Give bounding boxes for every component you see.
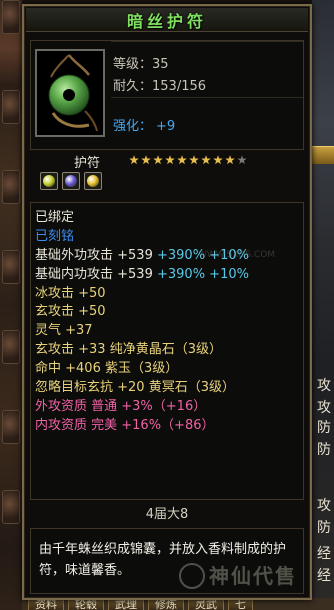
attribute-line: 已绑定 — [35, 209, 303, 228]
star-rating: ★ ★ ★ ★ ★ ★ ★ ★ ★ ★ — [128, 153, 248, 167]
attribute-line: 基础外功攻击 +539 +390% +10% — [35, 247, 303, 266]
skill-slot[interactable] — [2, 170, 20, 204]
gem-icon — [43, 175, 55, 187]
attribute-line: 已刻铭 — [35, 228, 303, 247]
attribute-text: 已刻铭 — [35, 228, 75, 244]
durability-value: 153/156 — [152, 79, 207, 94]
attribute-text: 忽略目标玄抗 +20 黄冥石（3级） — [35, 380, 235, 396]
panel-tab[interactable] — [312, 146, 334, 164]
attribute-text: 玄攻击 +33 纯净黄晶石（3级） — [35, 342, 222, 358]
item-icon-frame — [35, 49, 105, 137]
attribute-text: 内攻资质 完美 +16%（+86） — [35, 417, 215, 433]
star-icon: ★ — [224, 153, 236, 167]
star-icon: ★ — [200, 153, 212, 167]
side-panel-char: 经 — [317, 568, 331, 584]
level-value: 35 — [152, 57, 169, 72]
skill-slot[interactable] — [2, 330, 20, 364]
attribute-text: 外攻资质 普通 +3%（+16） — [35, 398, 207, 414]
attribute-text: +390% +10% — [156, 266, 249, 282]
watermark-logo-icon — [179, 563, 205, 589]
gem-icon — [87, 175, 99, 187]
star-icon: ★ — [152, 153, 164, 167]
star-icon: ★ — [236, 153, 248, 167]
star-icon: ★ — [188, 153, 200, 167]
star-icon: ★ — [212, 153, 224, 167]
side-panel-char: 经 — [317, 546, 331, 562]
attribute-line: 外攻资质 普通 +3%（+16） — [35, 398, 303, 417]
item-enhance: 强化： +9 — [113, 115, 175, 134]
attribute-text: 命中 +406 紫玉（3级） — [35, 361, 179, 377]
watermark: 神仙代售 — [179, 563, 297, 589]
attribute-line: 内攻资质 完美 +16%（+86） — [35, 417, 303, 436]
enhance-value: +9 — [156, 119, 176, 134]
attribute-line: 玄攻击 +33 纯净黄晶石（3级） — [35, 341, 303, 360]
game-scene-left-strip — [0, 0, 22, 610]
side-panel-char: 攻 — [317, 498, 331, 514]
enhance-label: 强化： — [113, 119, 153, 134]
item-slot-area: 护符 ★ ★ ★ ★ ★ ★ ★ ★ ★ ★ — [30, 152, 304, 200]
attribute-text: +390% +10% — [156, 247, 249, 263]
attribute-list: 已绑定 已刻铭 基础外功攻击 +539 +390% +10% 基础内功攻击 +539 … — [30, 202, 304, 500]
skill-slot[interactable] — [2, 490, 20, 524]
item-level: 等级：35 — [113, 53, 169, 72]
watermark-text: 神仙代售 — [209, 563, 297, 588]
attribute-text: 基础外功攻击 +539 — [35, 247, 157, 263]
game-scene-right-strip: 攻攻防防攻防经经 — [312, 0, 334, 610]
side-panel-char: 防 — [317, 520, 331, 536]
attribute-text: 玄攻击 +50 — [35, 304, 106, 320]
skill-slot[interactable] — [2, 250, 20, 284]
star-icon: ★ — [176, 153, 188, 167]
star-icon: ★ — [164, 153, 176, 167]
side-panel-char: 防 — [317, 420, 331, 436]
set-label: 4届大8 — [145, 507, 189, 522]
attribute-text: 基础内功攻击 +539 — [35, 266, 157, 282]
attribute-line: 忽略目标玄抗 +20 黄冥石（3级） — [35, 379, 303, 398]
level-label: 等级： — [113, 57, 153, 72]
item-type: 护符 — [74, 156, 101, 171]
star-icon: ★ — [140, 153, 152, 167]
side-panel-char: 防 — [317, 442, 331, 458]
skill-slot[interactable] — [2, 90, 20, 124]
attribute-line: 玄攻击 +50 — [35, 303, 303, 322]
attribute-text: 冰攻击 +50 — [35, 285, 106, 301]
attribute-line: 冰攻击 +50 — [35, 285, 303, 304]
durability-label: 耐久： — [113, 79, 153, 94]
item-name: 暗丝护符 — [126, 11, 207, 31]
gem-socket — [40, 172, 58, 190]
attribute-line: 命中 +406 紫玉（3级） — [35, 360, 303, 379]
gem-socket — [84, 172, 102, 190]
attribute-line: 灵气 +37 — [35, 322, 303, 341]
attribute-line: 基础内功攻击 +539 +390% +10% — [35, 266, 303, 285]
attribute-text: 已绑定 — [35, 210, 75, 225]
side-panel-char: 攻 — [317, 378, 331, 394]
item-tooltip: 暗丝护符 等级：35 耐久：153/156 强化： +9 护符 ★ ★ ★ ★ … — [22, 4, 312, 600]
gem-sockets — [40, 172, 102, 190]
item-durability: 耐久：153/156 — [113, 75, 206, 94]
gem-socket — [62, 172, 80, 190]
item-header: 等级：35 耐久：153/156 强化： +9 — [30, 40, 304, 150]
item-description-box: 由千年蛛丝织成锦囊，并放入香料制成的护符，味道馨香。 神仙代售 — [30, 528, 304, 594]
tooltip-title-bar: 暗丝护符 — [26, 8, 308, 32]
attribute-text: 灵气 +37 — [35, 323, 93, 339]
star-icon: ★ — [128, 153, 140, 167]
side-panel-char: 攻 — [317, 400, 331, 416]
gem-icon — [65, 175, 77, 187]
jade-pendant-icon — [48, 54, 98, 132]
skill-slot[interactable] — [2, 0, 20, 34]
skill-slot[interactable] — [2, 410, 20, 444]
